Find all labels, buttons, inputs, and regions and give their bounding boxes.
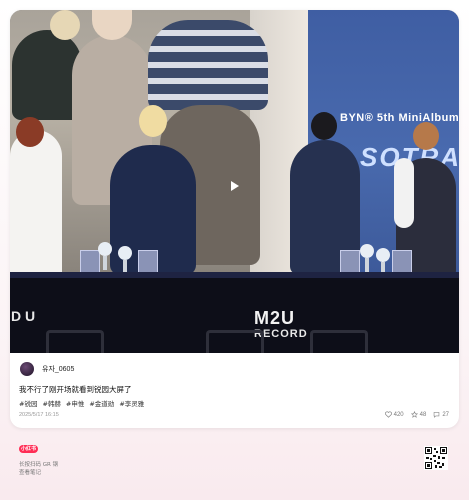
tag-list: #锐园 #韩赫 #申惟 #金道勋 #李灵雅 — [19, 398, 144, 408]
stool — [310, 330, 368, 353]
lightstick — [360, 244, 374, 258]
footer-hint: 长按扫码 GR 钢 — [19, 462, 59, 468]
lightstick — [118, 246, 132, 260]
favorite-count: 48 — [419, 411, 427, 418]
performer — [10, 130, 62, 280]
stage-logo-main: M2U — [254, 308, 296, 328]
heart-icon — [384, 411, 392, 418]
post-caption: 我不行了刚开场就看到锐园大屏了 — [19, 385, 132, 394]
lightstick — [376, 248, 390, 262]
author-name[interactable]: 유자_0605 — [42, 364, 74, 374]
performer — [394, 158, 414, 228]
post-date: 2025/5/17 16:15 — [19, 412, 59, 418]
stool — [206, 330, 264, 353]
like-count: 420 — [393, 411, 404, 418]
tag[interactable]: #韩赫 — [42, 398, 60, 408]
performer-head — [413, 122, 439, 150]
avatar[interactable] — [20, 362, 34, 376]
play-icon[interactable] — [231, 181, 239, 191]
post-video[interactable]: BYN® 5th MiniAlbum SOTRA D U M2U RECORD — [10, 10, 459, 353]
screen-figure — [148, 20, 268, 110]
banner-text: BYN® 5th MiniAlbum — [340, 112, 459, 124]
tag[interactable]: #李灵雅 — [119, 398, 144, 408]
performer-head — [139, 105, 167, 137]
stage-logo-left: D U — [11, 308, 36, 324]
screen-figure — [50, 10, 80, 40]
tag[interactable]: #金道勋 — [89, 398, 114, 408]
qr-code — [424, 446, 448, 470]
tag[interactable]: #锐园 — [19, 398, 37, 408]
footer-subhint: 查看笔记 — [19, 470, 42, 476]
favorite-stat[interactable]: 48 — [410, 411, 427, 418]
star-icon — [410, 411, 418, 418]
brand-logo: 小红书 — [19, 445, 38, 453]
performer-head — [311, 112, 337, 140]
post-stats: 420 48 27 — [384, 411, 449, 418]
lightstick — [98, 242, 112, 256]
tag[interactable]: #申惟 — [66, 398, 84, 408]
stage-table-edge — [10, 272, 459, 278]
stool — [46, 330, 104, 353]
comment-icon — [434, 412, 440, 418]
lightstick-handle — [103, 256, 107, 270]
performer-head — [16, 117, 44, 147]
like-stat[interactable]: 420 — [384, 411, 404, 418]
comment-count: 27 — [442, 411, 449, 418]
post-card[interactable]: BYN® 5th MiniAlbum SOTRA D U M2U RECORD … — [10, 10, 459, 428]
author-row[interactable]: 유자_0605 — [20, 362, 74, 376]
comment-stat[interactable]: 27 — [433, 411, 449, 418]
lightstick-handle — [365, 258, 369, 272]
